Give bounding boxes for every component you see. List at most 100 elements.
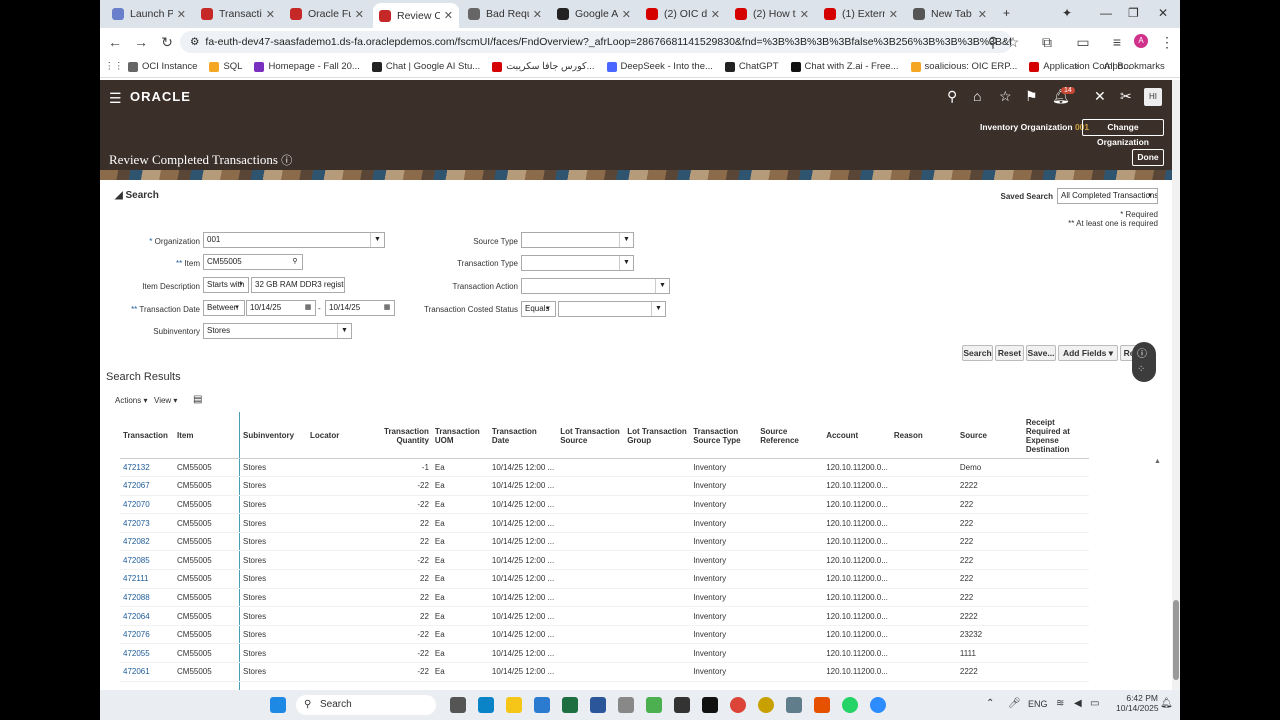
browser-tab[interactable]: (1) Externa ✕ xyxy=(818,3,904,25)
subinventory-input[interactable]: Stores ▼ xyxy=(203,323,352,339)
column-header[interactable]: Transaction UOM xyxy=(431,414,489,459)
item-description-operator[interactable]: Starts with ▾ xyxy=(203,277,249,293)
tab-close-icon[interactable]: ✕ xyxy=(444,9,453,22)
browser-tab[interactable]: New Tab ✕ xyxy=(907,3,993,25)
browser-tab[interactable]: Bad Reque ✕ xyxy=(462,3,548,25)
table-row[interactable]: 472055 CM55005 Stores -22 Ea 10/14/25 12:00 .… xyxy=(120,643,1089,664)
tools-icon[interactable]: ✕ xyxy=(1094,88,1106,105)
vscode-icon[interactable] xyxy=(534,697,550,713)
table-row[interactable]: 472067 CM55005 Stores -22 Ea 10/14/25 12:00 .… xyxy=(120,476,1089,496)
minimize-icon[interactable]: — xyxy=(1100,6,1112,20)
volume-icon[interactable]: ◀︎ xyxy=(1074,698,1082,709)
bookmark-item[interactable]: Chat | Google AI Stu... xyxy=(371,61,480,72)
transaction-date-operator[interactable]: Between ▾ xyxy=(203,300,245,316)
table-cell[interactable]: 472055 xyxy=(120,643,174,664)
table-row[interactable]: 472076 CM55005 Stores -22 Ea 10/14/25 12:00 .… xyxy=(120,625,1089,645)
forward-icon[interactable]: → xyxy=(128,34,154,50)
column-header[interactable]: Account xyxy=(823,414,891,459)
table-cell[interactable]: 472076 xyxy=(120,625,174,645)
column-header[interactable]: Locator xyxy=(307,414,381,459)
extensions-icon[interactable]: ⧉ xyxy=(1034,34,1060,51)
table-cell[interactable]: 472082 xyxy=(120,532,174,552)
item-search-icon[interactable]: ⚲ xyxy=(288,255,302,269)
table-row[interactable]: 472082 CM55005 Stores 22 Ea 10/14/25 12:00 ..… xyxy=(120,532,1089,552)
column-header[interactable]: Transaction Source Type xyxy=(690,414,758,459)
transaction-date-from[interactable]: 10/14/25 ▦ xyxy=(246,300,316,316)
table-row[interactable]: 472088 CM55005 Stores 22 Ea 10/14/25 12:00 ..… xyxy=(120,588,1089,608)
view-menu[interactable]: View ▾ xyxy=(154,396,177,405)
bookmark-item[interactable]: soalicious: OIC ERP... xyxy=(910,61,1017,72)
wifi-icon[interactable]: ≋ xyxy=(1056,698,1064,709)
transaction-link[interactable]: 472111 xyxy=(123,574,149,583)
table-cell[interactable]: 472070 xyxy=(120,495,174,515)
table-row[interactable]: 472070 CM55005 Stores -22 Ea 10/14/25 12:00 .… xyxy=(120,495,1089,515)
tab-close-icon[interactable]: ✕ xyxy=(889,8,898,21)
table-cell[interactable]: 472085 xyxy=(120,550,174,571)
transaction-link[interactable]: 472085 xyxy=(123,556,150,565)
actions-menu[interactable]: Actions ▾ xyxy=(115,396,147,405)
table-row[interactable]: 472132 CM55005 Stores -1 Ea 10/14/25 12:00 ..… xyxy=(120,458,1089,478)
scroll-thumb[interactable] xyxy=(1173,600,1179,680)
chrome-icon[interactable] xyxy=(730,697,746,713)
table-cell[interactable]: 472088 xyxy=(120,588,174,608)
transaction-link[interactable]: 472070 xyxy=(123,500,150,509)
transaction-link[interactable]: 472067 xyxy=(123,481,150,490)
table-cell[interactable]: 472111 xyxy=(120,569,174,589)
bookmark-item[interactable]: كورس جافا سكريبت... xyxy=(492,61,595,72)
more-bookmarks-icon[interactable]: » xyxy=(1074,61,1079,72)
media-icon[interactable]: ≡ xyxy=(1104,34,1130,50)
item-input[interactable]: CM55005 ⚲ xyxy=(203,254,303,270)
column-header[interactable]: Transaction Quantity xyxy=(381,414,432,459)
search-section-title[interactable]: ◢ Search xyxy=(115,190,159,201)
settings-icon[interactable] xyxy=(786,697,802,713)
transaction-date-to[interactable]: 10/14/25 ▦ xyxy=(325,300,395,316)
column-header[interactable]: Lot Transaction Group xyxy=(624,414,691,459)
all-bookmarks[interactable]: All Bookmarks xyxy=(1104,61,1165,72)
tab-close-icon[interactable]: ✕ xyxy=(266,8,275,21)
transaction-link[interactable]: 472055 xyxy=(123,649,150,658)
transaction-action-select[interactable]: ▼ xyxy=(521,278,670,294)
table-cell[interactable]: 472067 xyxy=(120,476,174,496)
page-scrollbar[interactable] xyxy=(1172,80,1180,690)
browser-tab[interactable]: Google AI S ✕ xyxy=(551,3,637,25)
costed-status-select[interactable]: ▼ xyxy=(558,301,666,317)
table-row[interactable]: 472073 CM55005 Stores 22 Ea 10/14/25 12:00 ..… xyxy=(120,513,1089,533)
column-header[interactable]: Transaction xyxy=(120,414,174,459)
task-view-icon[interactable] xyxy=(450,697,466,713)
url-bar[interactable]: ⚙ fa-euth-dev47-saasfademo1.ds-fa.oraclep… xyxy=(180,31,1012,53)
floating-toolbar[interactable]: ⓘ ⁘ xyxy=(1132,342,1156,382)
clock[interactable]: 6:42 PM 10/14/2025 xyxy=(1116,693,1159,713)
transaction-type-select[interactable]: ▼ xyxy=(521,255,634,271)
item-description-input[interactable]: 32 GB RAM DDR3 registere xyxy=(251,277,345,293)
source-type-select[interactable]: ▼ xyxy=(521,232,634,248)
back-icon[interactable]: ← xyxy=(102,34,128,50)
home-icon[interactable]: ⌂ xyxy=(973,88,981,104)
close-window-icon[interactable]: ✕ xyxy=(1158,6,1168,20)
calendar-icon[interactable]: ▦ xyxy=(380,301,394,315)
column-header[interactable]: Item xyxy=(174,414,240,459)
table-cell[interactable]: 472132 xyxy=(120,458,174,478)
bookmark-item[interactable]: DeepSeek - Into the... xyxy=(606,61,713,72)
transaction-link[interactable]: 472076 xyxy=(123,630,150,639)
tab-close-icon[interactable]: ✕ xyxy=(177,8,186,21)
cmd-icon[interactable] xyxy=(702,697,718,713)
notification-center-icon[interactable]: 🔔︎ xyxy=(1160,698,1173,709)
detach-icon[interactable]: ▤ xyxy=(193,394,202,405)
cast-icon[interactable]: ▭ xyxy=(1070,34,1096,51)
tab-close-icon[interactable]: ✕ xyxy=(978,8,987,21)
column-header[interactable]: Transaction Date xyxy=(488,414,558,459)
favorites-icon[interactable]: ☆ xyxy=(999,88,1012,105)
help-icon[interactable]: ⓘ xyxy=(281,155,292,167)
language[interactable]: ENG xyxy=(1028,699,1048,709)
reset-button[interactable]: Reset xyxy=(995,345,1024,361)
reload-icon[interactable]: ↻ xyxy=(154,34,180,51)
transaction-link[interactable]: 472073 xyxy=(123,519,150,528)
column-header[interactable]: Lot Transaction Source xyxy=(557,414,625,459)
organization-input[interactable]: 001 ▼ xyxy=(203,232,385,248)
apps-icon[interactable]: ⋮⋮ xyxy=(100,61,128,72)
start-icon[interactable] xyxy=(270,697,286,713)
postman-icon[interactable] xyxy=(814,697,830,713)
table-row[interactable]: 472111 CM55005 Stores 22 Ea 10/14/25 12:00 ..… xyxy=(120,569,1089,589)
bookmark-item[interactable]: ChatGPT xyxy=(724,61,779,72)
zoom-icon[interactable] xyxy=(870,697,886,713)
